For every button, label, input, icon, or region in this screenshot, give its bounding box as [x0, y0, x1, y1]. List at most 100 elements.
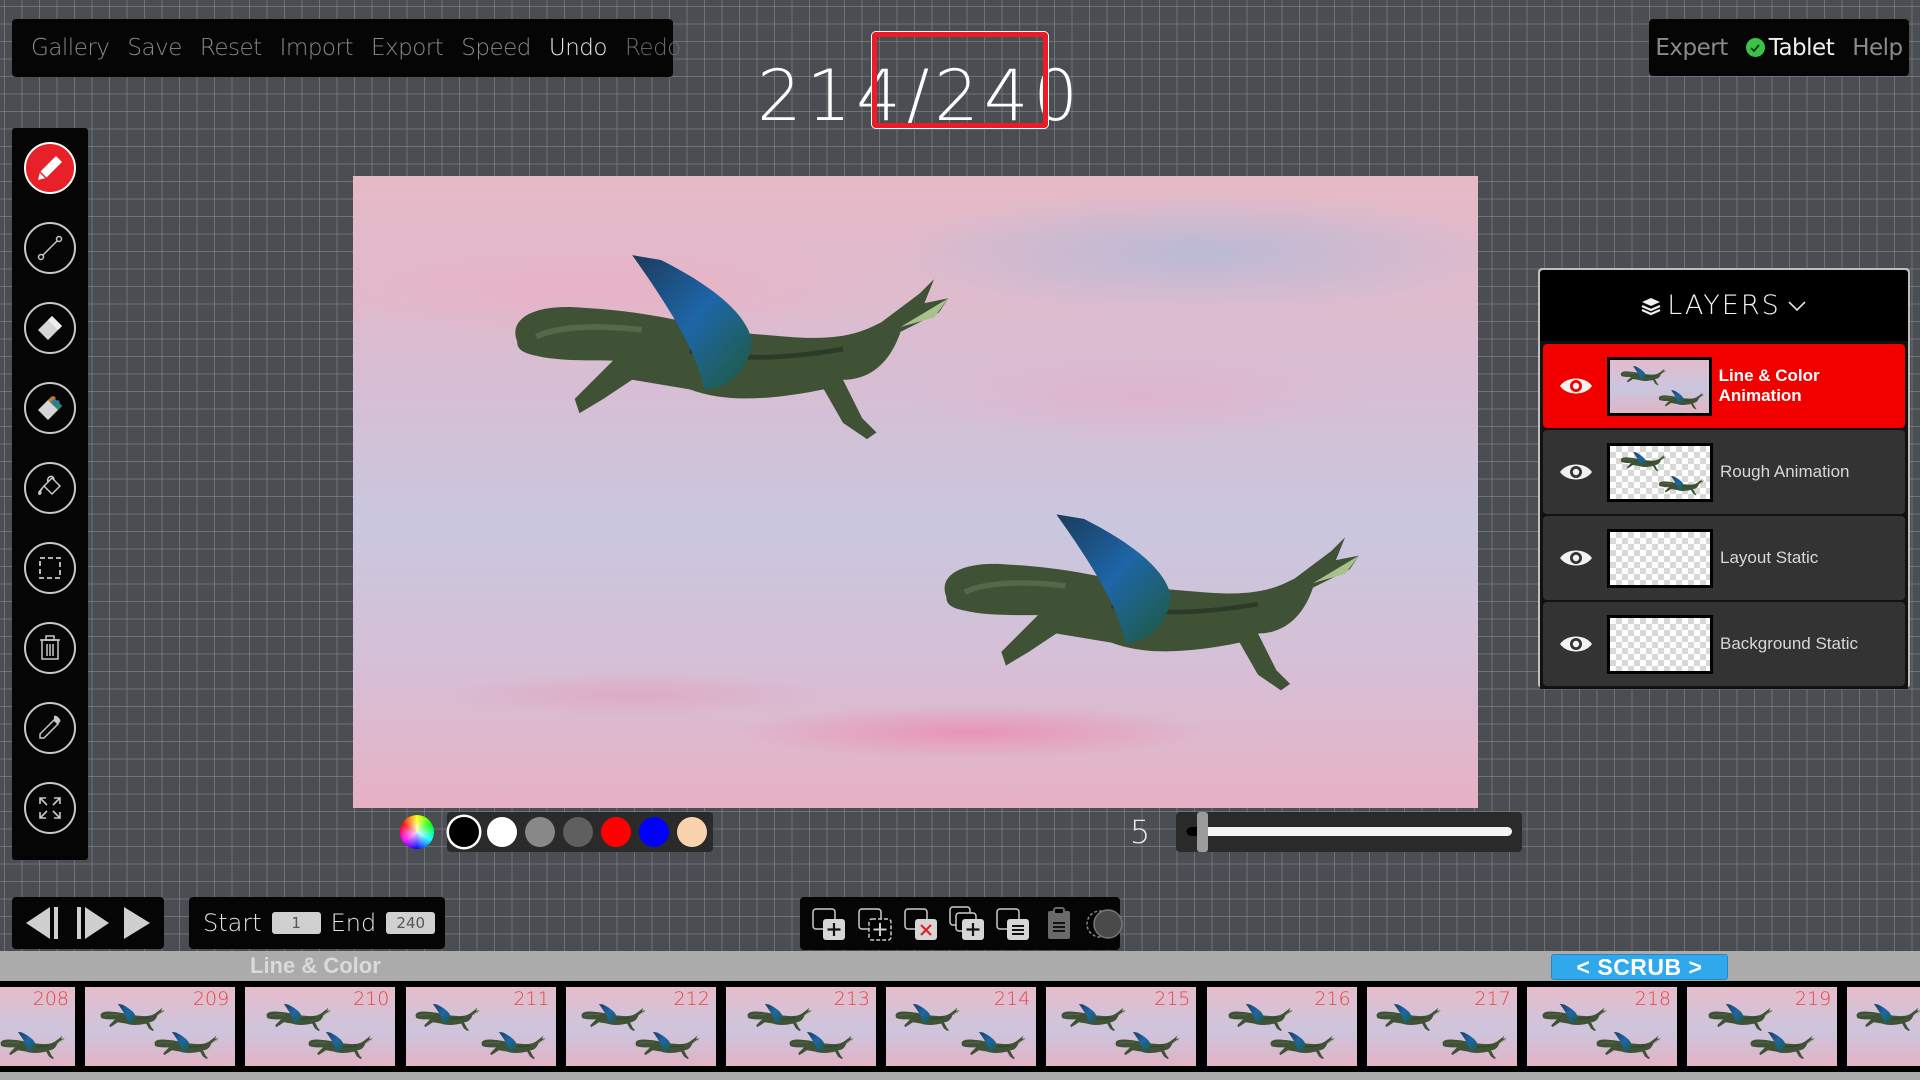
pencil-tool-button[interactable] [24, 142, 76, 194]
previous-frame-button[interactable] [24, 905, 62, 941]
layer-row[interactable]: Background Static [1543, 602, 1905, 686]
timeline-frame[interactable]: 208 [0, 987, 75, 1066]
color-swatch[interactable] [449, 817, 479, 847]
clear-tool-button[interactable] [24, 622, 76, 674]
menu-redo[interactable]: Redo [616, 35, 690, 61]
timeline-frame[interactable]: 220 [1847, 987, 1920, 1066]
timeline-frame[interactable]: 215 [1046, 987, 1197, 1066]
slider-thumb[interactable] [1197, 812, 1209, 852]
brush-size-slider[interactable] [1176, 812, 1522, 852]
end-label: End [330, 909, 377, 937]
frame-thumbnail-drawing [1851, 1001, 1920, 1035]
layer-row[interactable]: Rough Animation [1543, 430, 1905, 514]
visibility-toggle[interactable] [1554, 462, 1598, 482]
color-swatch[interactable] [677, 817, 707, 847]
frame-number: 212 [673, 988, 710, 1010]
layer-row[interactable]: Line & Color Animation [1543, 344, 1905, 428]
eyedropper-tool-button[interactable] [24, 702, 76, 754]
chevron-down-icon [1788, 300, 1806, 311]
color-palette [447, 812, 713, 852]
menu-speed[interactable]: Speed [452, 35, 540, 61]
thumbnail-drawing [1656, 388, 1706, 412]
scrub-button[interactable]: < SCRUB > [1551, 954, 1728, 980]
timeline-frame[interactable]: 217 [1366, 987, 1517, 1066]
layer-thumbnail [1607, 528, 1713, 588]
brush-size-value: 5 [1129, 813, 1151, 851]
timeline-frame[interactable]: 213 [726, 987, 876, 1066]
color-swatch[interactable] [487, 817, 517, 847]
onion-skin-button[interactable] [1086, 905, 1124, 943]
add-frame-button[interactable] [810, 905, 848, 943]
layer-name: Rough Animation [1720, 462, 1850, 481]
layer-thumbnail [1607, 442, 1713, 502]
fill-tool-button[interactable] [24, 462, 76, 514]
timeline-frame[interactable]: 210 [245, 987, 396, 1066]
menu-undo[interactable]: Undo [540, 35, 616, 61]
delete-frame-button[interactable] [902, 905, 940, 943]
expert-mode-toggle[interactable]: Expert [1655, 35, 1728, 61]
color-swatch[interactable] [563, 817, 593, 847]
next-frame-button[interactable] [73, 905, 111, 941]
layer-row[interactable]: Layout Static [1543, 516, 1905, 600]
frame-thumbnail-drawing [410, 1001, 484, 1035]
timeline-frame[interactable]: 209 [85, 987, 236, 1066]
visibility-toggle[interactable] [1554, 634, 1598, 654]
selection-tool-button[interactable] [24, 542, 76, 594]
menu-import[interactable]: Import [271, 35, 362, 61]
timeline-frame[interactable]: 211 [405, 987, 556, 1066]
menu-reset[interactable]: Reset [191, 35, 271, 61]
paint-bucket-icon [38, 475, 62, 496]
frame-number: 211 [513, 988, 550, 1010]
layer-thumbnail [1607, 614, 1713, 674]
color-swatch[interactable] [601, 817, 631, 847]
frame-number: 218 [1634, 988, 1671, 1010]
duplicate-frame-button[interactable] [948, 905, 986, 943]
add-blank-frame-button[interactable] [856, 905, 894, 943]
eraser-tool-button[interactable] [24, 302, 76, 354]
start-frame-input[interactable]: 1 [271, 912, 321, 934]
frame-thumbnail-drawing [1371, 1001, 1445, 1035]
paste-frame-button[interactable] [1040, 905, 1078, 943]
menu-gallery[interactable]: Gallery [22, 35, 118, 61]
checkmark-icon [1745, 38, 1765, 57]
frame-number: 216 [1314, 988, 1351, 1010]
frame-tools-bar [800, 897, 1123, 950]
frame-number: 213 [833, 988, 870, 1010]
layers-panel-header[interactable]: LAYERS [1540, 270, 1908, 341]
drawing-canvas[interactable] [353, 176, 1478, 808]
visibility-toggle[interactable] [1554, 376, 1598, 396]
line-tool-button[interactable] [24, 222, 76, 274]
fullscreen-tool-button[interactable] [24, 782, 76, 834]
help-button[interactable]: Help [1852, 35, 1903, 61]
delete-frame-icon [904, 907, 937, 940]
tablet-mode-toggle[interactable]: Tablet [1745, 35, 1835, 61]
frame-thumbnail-drawing [1745, 1029, 1819, 1063]
layer-name: Layout Static [1720, 548, 1819, 567]
end-frame-input[interactable]: 240 [386, 912, 436, 934]
timeline-frame[interactable]: 214 [886, 987, 1037, 1066]
mode-bar: Expert Tablet Help [1649, 19, 1909, 76]
menu-save[interactable]: Save [118, 35, 190, 61]
thumbnail-drawing [1656, 474, 1706, 498]
timeline-frame[interactable]: 218 [1527, 987, 1677, 1066]
visibility-toggle[interactable] [1554, 548, 1598, 568]
winged-crocodile-drawing [913, 496, 1383, 716]
filmstrip[interactable]: 208 209 210 211 212 213 214 215 216 217 218 219 220 [0, 981, 1920, 1072]
frame-thumbnail-drawing [1110, 1029, 1184, 1063]
layers-stack-icon [1641, 297, 1661, 315]
timeline-frame[interactable]: 216 [1206, 987, 1357, 1066]
layer-list: Line & Color Animation Rough Animation Lay… [1540, 341, 1908, 689]
play-button[interactable] [122, 905, 152, 941]
thumbnail-drawing [1618, 364, 1668, 388]
color-swatch[interactable] [639, 817, 669, 847]
eye-icon [1560, 464, 1592, 480]
color-picker-wheel[interactable] [400, 815, 434, 849]
color-swatch[interactable] [525, 817, 555, 847]
menu-export[interactable]: Export [362, 35, 452, 61]
color-eraser-tool-button[interactable] [24, 382, 76, 434]
timeline-frame[interactable]: 212 [565, 987, 716, 1066]
copy-frame-button[interactable] [994, 905, 1032, 943]
timeline-frame[interactable]: 219 [1687, 987, 1838, 1066]
playback-controls [12, 897, 164, 949]
add-frame-icon [812, 907, 845, 940]
